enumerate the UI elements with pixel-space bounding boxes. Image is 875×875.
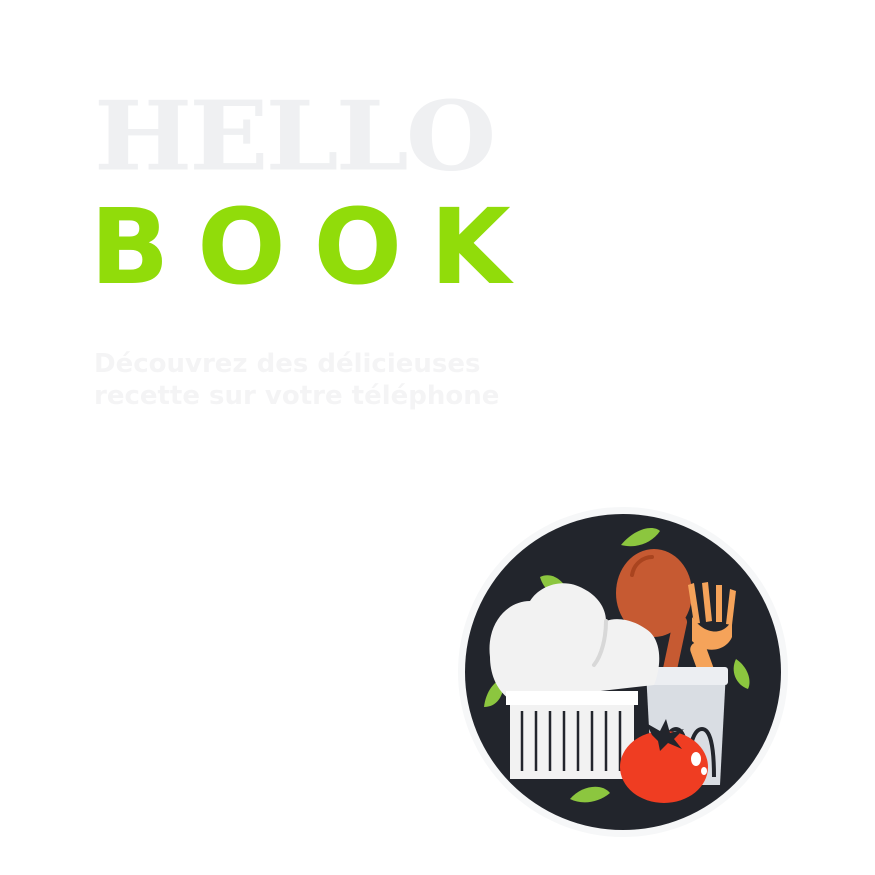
chef-cooking-icon [456,505,790,839]
title-hello: HELLO [94,79,496,193]
title-book: BOOK [90,186,539,308]
tagline-line-1: Découvrez des délicieuses [94,349,481,379]
tagline: Découvrez des délicieuses recette sur vo… [94,348,554,412]
tagline-line-2: recette sur votre téléphone [94,381,500,411]
splash-screen: HELLO BOOK Découvrez des délicieuses rec… [0,0,875,875]
